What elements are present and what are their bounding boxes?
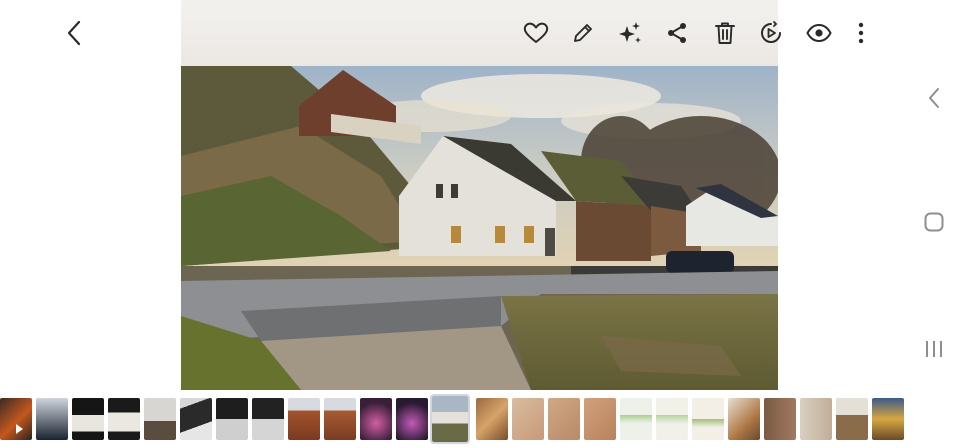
eye-icon: [806, 23, 832, 43]
view-button[interactable]: [805, 19, 833, 47]
more-options-button[interactable]: [850, 19, 872, 47]
thumbnail[interactable]: [72, 398, 104, 440]
nav-back-button[interactable]: [922, 84, 946, 112]
thumbnail[interactable]: [144, 398, 176, 440]
chevron-left-icon: [67, 20, 81, 46]
favorite-button[interactable]: [522, 19, 550, 47]
thumbnail[interactable]: [836, 398, 868, 440]
play-icon: [16, 424, 23, 434]
play-circle-icon: [761, 21, 781, 43]
main-photo[interactable]: [181, 66, 778, 390]
thumbnail[interactable]: [288, 398, 320, 440]
thumbnail[interactable]: [656, 398, 688, 440]
nav-recents-button[interactable]: [921, 336, 947, 362]
thumbnail-strip[interactable]: [0, 394, 960, 444]
share-icon: [668, 23, 686, 43]
trash-icon: [715, 22, 735, 44]
heart-icon: [523, 22, 549, 43]
thumbnail[interactable]: [476, 398, 508, 440]
thumbnail[interactable]: [180, 398, 212, 440]
thumbnail[interactable]: [216, 398, 248, 440]
nav-home-icon: [924, 212, 944, 232]
sparkle-icon: [619, 22, 641, 43]
thumbnail[interactable]: [620, 398, 652, 440]
thumbnail[interactable]: [728, 398, 760, 440]
pencil-icon: [574, 24, 592, 42]
thumbnail[interactable]: [360, 398, 392, 440]
thumbnail[interactable]: [108, 398, 140, 440]
thumbnail[interactable]: [800, 398, 832, 440]
thumbnail[interactable]: [36, 398, 68, 440]
thumbnail[interactable]: [396, 398, 428, 440]
edit-button[interactable]: [569, 19, 597, 47]
thumbnail[interactable]: [324, 398, 356, 440]
thumbnail-video[interactable]: [0, 398, 32, 440]
nav-back-icon: [929, 88, 939, 108]
ai-edit-button[interactable]: [616, 19, 644, 47]
nav-home-button[interactable]: [921, 209, 947, 235]
thumbnail[interactable]: [512, 398, 544, 440]
thumbnail[interactable]: [764, 398, 796, 440]
share-button[interactable]: [663, 19, 691, 47]
nav-recents-icon: [926, 341, 942, 357]
back-button[interactable]: [60, 18, 88, 48]
thumbnail[interactable]: [584, 398, 616, 440]
more-vertical-icon: [858, 22, 864, 44]
remaster-button[interactable]: [757, 19, 785, 47]
thumbnail[interactable]: [548, 398, 580, 440]
delete-button[interactable]: [711, 19, 739, 47]
thumbnail-active[interactable]: [430, 394, 470, 444]
thumbnail[interactable]: [692, 398, 724, 440]
thumbnail[interactable]: [872, 398, 904, 440]
thumbnail[interactable]: [252, 398, 284, 440]
